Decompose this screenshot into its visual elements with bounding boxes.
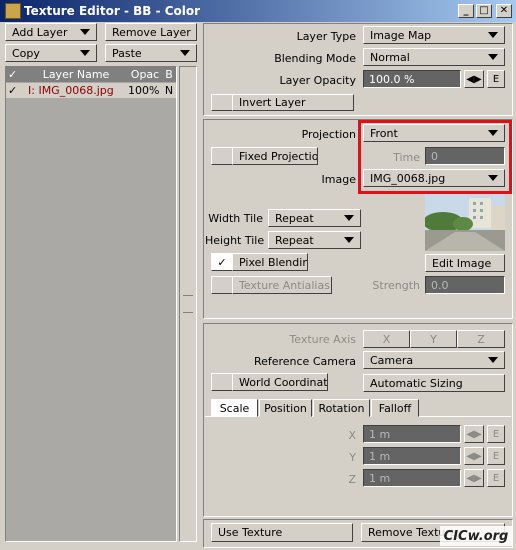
fixed-projection-button[interactable]: Fixed Projection: [232, 147, 318, 165]
header-layer-name: Layer Name: [42, 68, 110, 81]
strength-label: Strength: [372, 279, 420, 292]
header-check-icon: ✓: [8, 68, 18, 81]
axis-z-button: Z: [457, 330, 505, 348]
copy-label: Copy: [12, 46, 40, 60]
photo-thumbnail-icon: [425, 194, 505, 251]
pixel-blending-button[interactable]: Pixel Blending: [232, 253, 308, 271]
reference-camera-value: Camera: [370, 353, 414, 367]
reference-camera-label: Reference Camera: [253, 355, 356, 368]
strength-field: 0.0: [425, 276, 505, 294]
world-coordinates-button[interactable]: World Coordinates: [232, 373, 328, 391]
remove-layer-button[interactable]: Remove Layer: [105, 23, 197, 41]
scale-x-envelope-arrows-icon: ◀▶: [464, 425, 484, 443]
highlight-box: [358, 120, 512, 194]
paste-dropdown[interactable]: Paste: [105, 44, 197, 62]
scale-z-envelope-arrows-icon: ◀▶: [464, 469, 484, 487]
scale-y-field: 1 m: [363, 447, 461, 465]
texture-axis-label: Texture Axis: [289, 333, 356, 346]
blending-mode-dropdown[interactable]: Normal: [363, 48, 505, 66]
header-opac: Opac: [130, 68, 160, 81]
invert-layer-button[interactable]: Invert Layer: [232, 94, 354, 111]
scale-z-e-button: E: [487, 469, 505, 487]
add-layer-dropdown[interactable]: Add Layer: [5, 23, 97, 41]
pixel-blending-checkbox[interactable]: ✓: [211, 253, 233, 271]
scale-y-label: Y: [349, 451, 356, 464]
texture-antialiasing-button: Texture Antialiasing: [232, 276, 332, 294]
layer-type-dropdown[interactable]: Image Map: [363, 26, 505, 44]
chevron-down-icon: [80, 50, 90, 56]
minimize-button[interactable]: _: [458, 4, 474, 18]
edit-image-button[interactable]: Edit Image: [425, 254, 505, 272]
row-check-icon[interactable]: ✓: [8, 84, 22, 97]
title-bar: Texture Editor - BB - Color _ □ ✕: [0, 0, 516, 22]
tab-rotation[interactable]: Rotation: [313, 399, 370, 417]
fixed-projection-checkbox[interactable]: [211, 147, 233, 165]
width-tile-label: Width Tile: [208, 212, 263, 225]
tab-scale[interactable]: Scale: [211, 399, 258, 417]
scale-y-e-button: E: [487, 447, 505, 465]
row-b: N: [164, 84, 174, 97]
world-coordinates-checkbox[interactable]: [211, 373, 233, 391]
opacity-envelope-e-button[interactable]: E: [487, 70, 505, 88]
row-layer-name: I: IMG_0068.jpg: [28, 84, 114, 97]
copy-dropdown[interactable]: Copy: [5, 44, 97, 62]
chevron-down-icon: [488, 54, 498, 60]
chevron-down-icon: [80, 29, 90, 35]
height-tile-value: Repeat: [275, 233, 314, 247]
app-icon: [5, 3, 21, 19]
opacity-envelope-arrows-icon[interactable]: ◀▶: [464, 70, 484, 88]
window-title: Texture Editor - BB - Color: [24, 4, 201, 18]
width-tile-value: Repeat: [275, 211, 314, 225]
paste-label: Paste: [112, 46, 142, 60]
layer-type-value: Image Map: [370, 28, 432, 42]
watermark: CICw.org: [440, 526, 512, 546]
blending-mode-value: Normal: [370, 50, 410, 64]
chevron-down-icon: [344, 237, 354, 243]
height-tile-label: Height Tile: [205, 234, 265, 247]
image-thumbnail: [425, 194, 505, 251]
reference-camera-dropdown[interactable]: Camera: [363, 351, 505, 369]
layer-list: [5, 66, 177, 542]
scale-x-label: X: [348, 429, 356, 442]
layer-type-label: Layer Type: [296, 30, 356, 43]
chevron-down-icon: [488, 357, 498, 363]
blending-mode-label: Blending Mode: [274, 52, 356, 65]
header-b: B: [165, 68, 173, 81]
texture-antialiasing-checkbox: [211, 276, 233, 294]
add-layer-label: Add Layer: [12, 25, 68, 39]
tab-position[interactable]: Position: [259, 399, 312, 417]
automatic-sizing-button[interactable]: Automatic Sizing: [363, 374, 505, 392]
tab-falloff[interactable]: Falloff: [371, 399, 419, 417]
row-opac: 100%: [128, 84, 160, 97]
axis-x-button: X: [363, 330, 410, 348]
height-tile-dropdown[interactable]: Repeat: [268, 231, 361, 249]
scale-x-field: 1 m: [363, 425, 461, 443]
use-texture-button[interactable]: Use Texture: [211, 523, 353, 542]
splitter-grip-icon: [183, 295, 193, 313]
scale-y-envelope-arrows-icon: ◀▶: [464, 447, 484, 465]
layer-list-header: ✓ Layer Name Opac B: [6, 67, 176, 82]
scale-z-field: 1 m: [363, 469, 461, 487]
close-button[interactable]: ✕: [496, 4, 512, 18]
chevron-down-icon: [344, 215, 354, 221]
image-label: Image: [321, 173, 356, 186]
splitter[interactable]: [179, 66, 197, 542]
chevron-down-icon: [488, 32, 498, 38]
chevron-down-icon: [180, 50, 190, 56]
table-row[interactable]: ✓ I: IMG_0068.jpg 100% N: [6, 83, 176, 98]
scale-x-e-button: E: [487, 425, 505, 443]
projection-label: Projection: [301, 128, 356, 141]
layer-opacity-label: Layer Opacity: [279, 74, 356, 87]
width-tile-dropdown[interactable]: Repeat: [268, 209, 361, 227]
scale-z-label: Z: [348, 473, 356, 486]
maximize-button[interactable]: □: [476, 4, 492, 18]
axis-y-button: Y: [410, 330, 457, 348]
layer-opacity-field[interactable]: 100.0 %: [363, 70, 461, 88]
invert-layer-checkbox[interactable]: [211, 94, 233, 111]
check-icon: ✓: [217, 255, 227, 269]
